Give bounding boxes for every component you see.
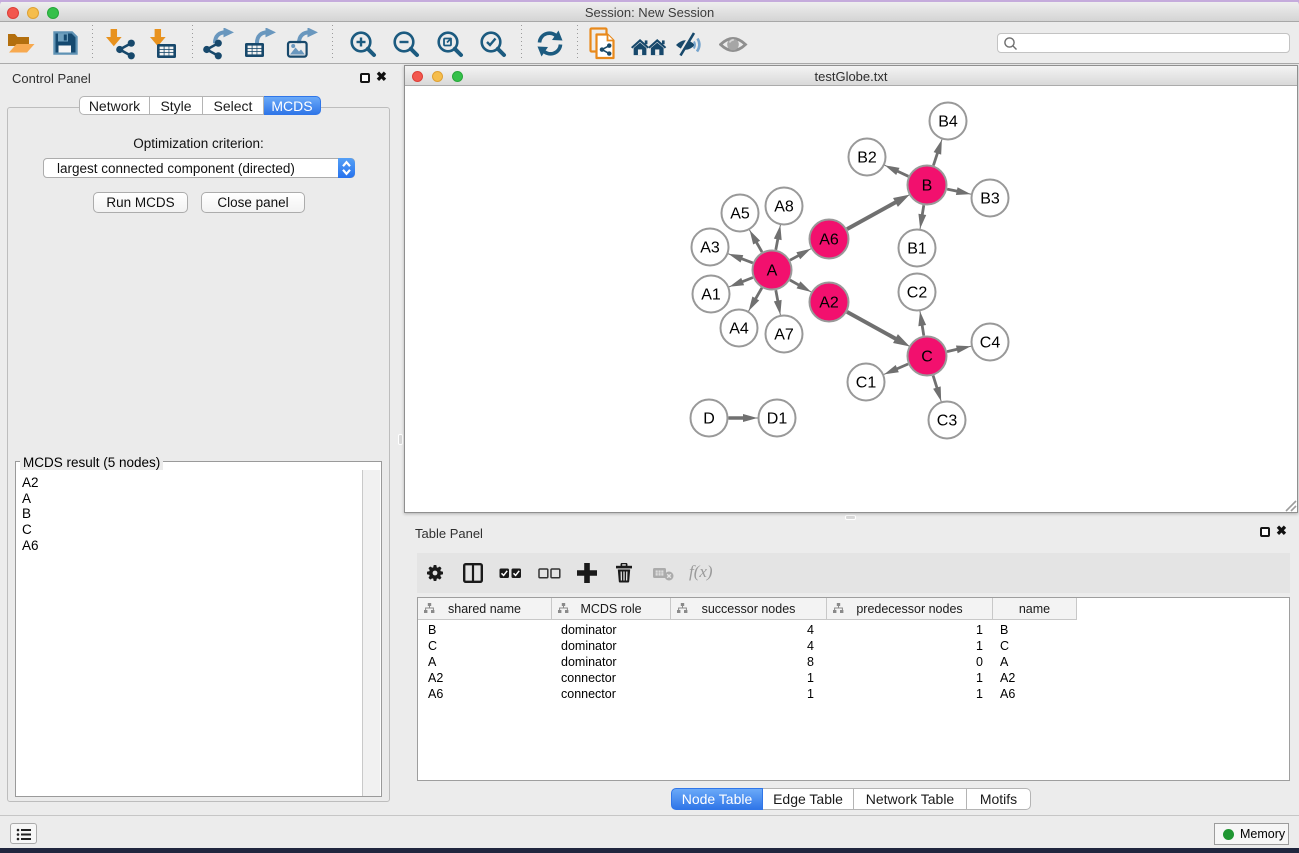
svg-text:A2: A2 [819, 295, 839, 312]
svg-text:C1: C1 [856, 375, 877, 392]
svg-text:A3: A3 [700, 240, 720, 257]
svg-text:B4: B4 [938, 114, 958, 131]
svg-text:D: D [703, 411, 715, 428]
svg-text:B1: B1 [907, 241, 927, 258]
svg-text:A: A [767, 263, 778, 280]
svg-text:B: B [922, 178, 933, 195]
svg-text:D1: D1 [767, 411, 788, 428]
svg-text:B3: B3 [980, 191, 1000, 208]
svg-text:A6: A6 [819, 232, 839, 249]
svg-text:A1: A1 [701, 287, 721, 304]
svg-text:A8: A8 [774, 199, 794, 216]
svg-text:B2: B2 [857, 150, 877, 167]
svg-text:C: C [921, 349, 933, 366]
svg-text:C3: C3 [937, 413, 958, 430]
svg-text:C2: C2 [907, 285, 928, 302]
svg-text:A7: A7 [774, 327, 794, 344]
svg-text:C4: C4 [980, 335, 1001, 352]
svg-text:A4: A4 [729, 321, 749, 338]
svg-text:A5: A5 [730, 206, 750, 223]
